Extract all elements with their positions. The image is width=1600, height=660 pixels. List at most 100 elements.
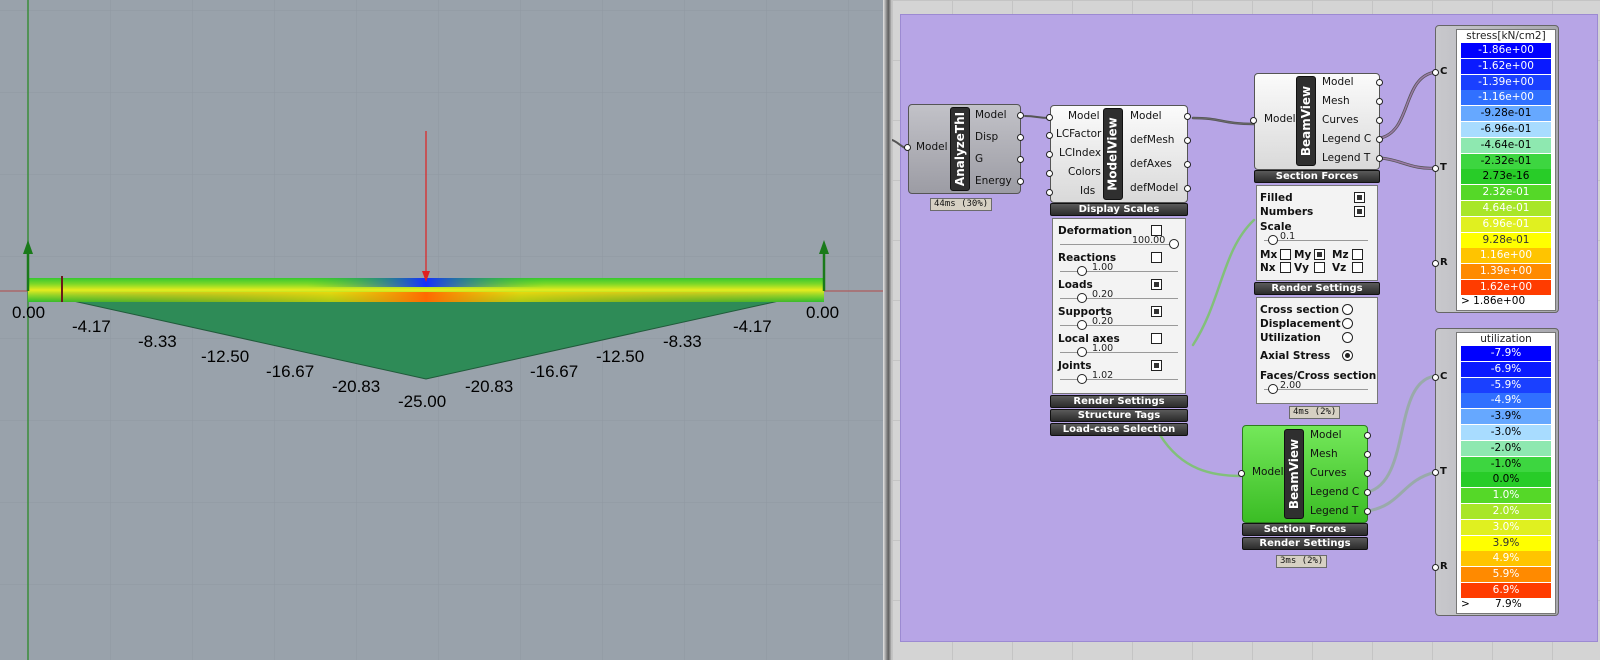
beamview1-output-model[interactable]: Model — [1322, 76, 1354, 88]
beamview1-output-legend-c[interactable]: Legend C — [1322, 133, 1371, 145]
modelview-setting-slider-knob[interactable] — [1169, 239, 1179, 249]
legend-stress-input-t[interactable]: T — [1440, 162, 1447, 173]
beamview1-output-mesh[interactable]: Mesh — [1322, 95, 1350, 107]
beamview-component-2[interactable]: Model BeamView Model Mesh Curves Legend … — [1238, 425, 1372, 570]
analyze-input-dot[interactable] — [904, 144, 911, 151]
beamview1-render-option-radio[interactable] — [1342, 332, 1353, 343]
beamview1-out-dot-5[interactable] — [1376, 155, 1383, 162]
modelview-out-dot-4[interactable] — [1184, 185, 1191, 192]
beamview1-force-checkbox[interactable] — [1352, 262, 1363, 273]
modelview-setting-slider-knob[interactable] — [1077, 266, 1087, 276]
beamview2-output-legend-t[interactable]: Legend T — [1310, 505, 1358, 517]
beamview1-filled-checkbox[interactable] — [1354, 192, 1365, 203]
legend-util-input-c[interactable]: C — [1440, 371, 1447, 382]
modelview-setting-slider-knob[interactable] — [1077, 347, 1087, 357]
modelview-setting-checkbox[interactable] — [1151, 252, 1162, 263]
panel-splitter[interactable] — [883, 0, 892, 660]
modelview-in-dot-1[interactable] — [1046, 114, 1053, 121]
beamview1-force-checkbox[interactable] — [1314, 262, 1325, 273]
analyze-output-energy[interactable]: Energy — [975, 175, 1012, 187]
beamview1-section-forces-bar[interactable]: Section Forces — [1254, 170, 1380, 183]
beamview2-output-model[interactable]: Model — [1310, 429, 1342, 441]
modelview-input-colors[interactable]: Colors — [1068, 166, 1101, 178]
beamview2-out-dot-1[interactable] — [1364, 432, 1371, 439]
beamview1-out-dot-3[interactable] — [1376, 117, 1383, 124]
analyze-out-dot-3[interactable] — [1017, 156, 1024, 163]
modelview-input-ids[interactable]: Ids — [1080, 185, 1095, 197]
modelview-setting-checkbox[interactable] — [1151, 360, 1162, 371]
beamview1-force-checkbox[interactable] — [1280, 249, 1291, 260]
beamview2-output-curves[interactable]: Curves — [1310, 467, 1346, 479]
modelview-in-dot-2[interactable] — [1046, 132, 1053, 139]
analyze-out-dot-2[interactable] — [1017, 134, 1024, 141]
modelview-input-model[interactable]: Model — [1068, 110, 1100, 122]
modelview-out-dot-2[interactable] — [1184, 137, 1191, 144]
rhino-viewport[interactable]: 0.00 -4.17 -8.33 -12.50 -16.67 -20.83 -25.00 -2… — [0, 0, 883, 660]
modelview-input-lcindex[interactable]: LCIndex — [1059, 147, 1101, 159]
modelview-output-defmodel[interactable]: defModel — [1130, 182, 1178, 194]
beamview1-faces-knob[interactable] — [1268, 384, 1278, 394]
beamview1-render-settings-bar[interactable]: Render Settings — [1254, 282, 1380, 295]
beamview1-in-dot[interactable] — [1250, 117, 1257, 124]
beamview1-output-curves[interactable]: Curves — [1322, 114, 1358, 126]
modelview-out-dot-1[interactable] — [1184, 113, 1191, 120]
analyze-out-dot-1[interactable] — [1017, 112, 1024, 119]
beamview1-force-checkbox[interactable] — [1352, 249, 1363, 260]
beamview2-output-mesh[interactable]: Mesh — [1310, 448, 1338, 460]
analyze-out-dot-4[interactable] — [1017, 178, 1024, 185]
beamview1-input-model[interactable]: Model — [1264, 113, 1296, 125]
modelview-component[interactable]: Model LCFactor LCIndex Colors Ids ModelV… — [1046, 105, 1191, 440]
legend-util-dot-c[interactable] — [1432, 374, 1439, 381]
analyze-component[interactable]: Model AnalyzeThI Model Disp G Energy 44m… — [904, 104, 1026, 214]
modelview-output-defmesh[interactable]: defMesh — [1130, 134, 1174, 146]
modelview-setting-checkbox[interactable] — [1151, 306, 1162, 317]
beamview1-force-checkbox[interactable] — [1314, 249, 1325, 260]
beamview2-output-legend-c[interactable]: Legend C — [1310, 486, 1359, 498]
modelview-input-lcfactor[interactable]: LCFactor — [1056, 128, 1101, 140]
beamview2-out-dot-4[interactable] — [1364, 489, 1371, 496]
beamview1-out-dot-2[interactable] — [1376, 98, 1383, 105]
legend-util-dot-t[interactable] — [1432, 469, 1439, 476]
beamview1-render-option-radio[interactable] — [1342, 304, 1353, 315]
legend-stress-input-c[interactable]: C — [1440, 66, 1447, 77]
modelview-setting-slider-knob[interactable] — [1077, 374, 1087, 384]
modelview-output-defaxes[interactable]: defAxes — [1130, 158, 1172, 170]
legend-stress-dot-t[interactable] — [1432, 165, 1439, 172]
analyze-output-disp[interactable]: Disp — [975, 131, 998, 143]
beamview2-out-dot-5[interactable] — [1364, 508, 1371, 515]
modelview-setting-slider-knob[interactable] — [1077, 320, 1087, 330]
beamview1-render-option-radio[interactable] — [1342, 318, 1353, 329]
analyze-output-g[interactable]: G — [975, 153, 983, 165]
beamview2-out-dot-3[interactable] — [1364, 470, 1371, 477]
modelview-output-model[interactable]: Model — [1130, 110, 1162, 122]
grasshopper-canvas[interactable]: Model AnalyzeThI Model Disp G Energy 44m… — [892, 0, 1600, 660]
modelview-in-dot-5[interactable] — [1046, 189, 1053, 196]
modelview-out-dot-3[interactable] — [1184, 161, 1191, 168]
beamview1-force-checkbox[interactable] — [1280, 262, 1291, 273]
legend-stress-component[interactable]: C T R stress[kN/cm2] -1.86e+00 -1.62e+00-… — [1432, 25, 1559, 313]
legend-stress-input-r[interactable]: R — [1440, 257, 1448, 268]
modelview-setting-checkbox[interactable] — [1151, 279, 1162, 290]
beamview1-out-dot-4[interactable] — [1376, 136, 1383, 143]
legend-util-input-r[interactable]: R — [1440, 561, 1448, 572]
beamview1-render-option-radio[interactable] — [1342, 350, 1353, 361]
legend-util-dot-r[interactable] — [1432, 564, 1439, 571]
beamview2-input-model[interactable]: Model — [1252, 466, 1284, 478]
beamview2-out-dot-2[interactable] — [1364, 451, 1371, 458]
modelview-setting-slider-knob[interactable] — [1077, 293, 1087, 303]
beamview-component-1[interactable]: Model BeamView Model Mesh Curves Legend … — [1250, 73, 1384, 423]
beamview1-numbers-checkbox[interactable] — [1354, 206, 1365, 217]
modelview-loadcase-selection-bar[interactable]: Load-case Selection — [1050, 423, 1188, 436]
legend-util-input-t[interactable]: T — [1440, 466, 1447, 477]
analyze-input-model[interactable]: Model — [916, 141, 948, 153]
beamview2-render-settings-bar[interactable]: Render Settings — [1242, 537, 1368, 550]
legend-stress-dot-r[interactable] — [1432, 260, 1439, 267]
modelview-setting-checkbox[interactable] — [1151, 333, 1162, 344]
beamview1-output-legend-t[interactable]: Legend T — [1322, 152, 1370, 164]
modelview-structure-tags-bar[interactable]: Structure Tags — [1050, 409, 1188, 422]
modelview-in-dot-4[interactable] — [1046, 170, 1053, 177]
legend-utilization-component[interactable]: C T R utilization -7.9% -6.9% -5.9% -4.9% -3… — [1432, 328, 1559, 616]
modelview-in-dot-3[interactable] — [1046, 151, 1053, 158]
beamview2-in-dot[interactable] — [1238, 470, 1245, 477]
beamview1-scale-knob[interactable] — [1268, 235, 1278, 245]
